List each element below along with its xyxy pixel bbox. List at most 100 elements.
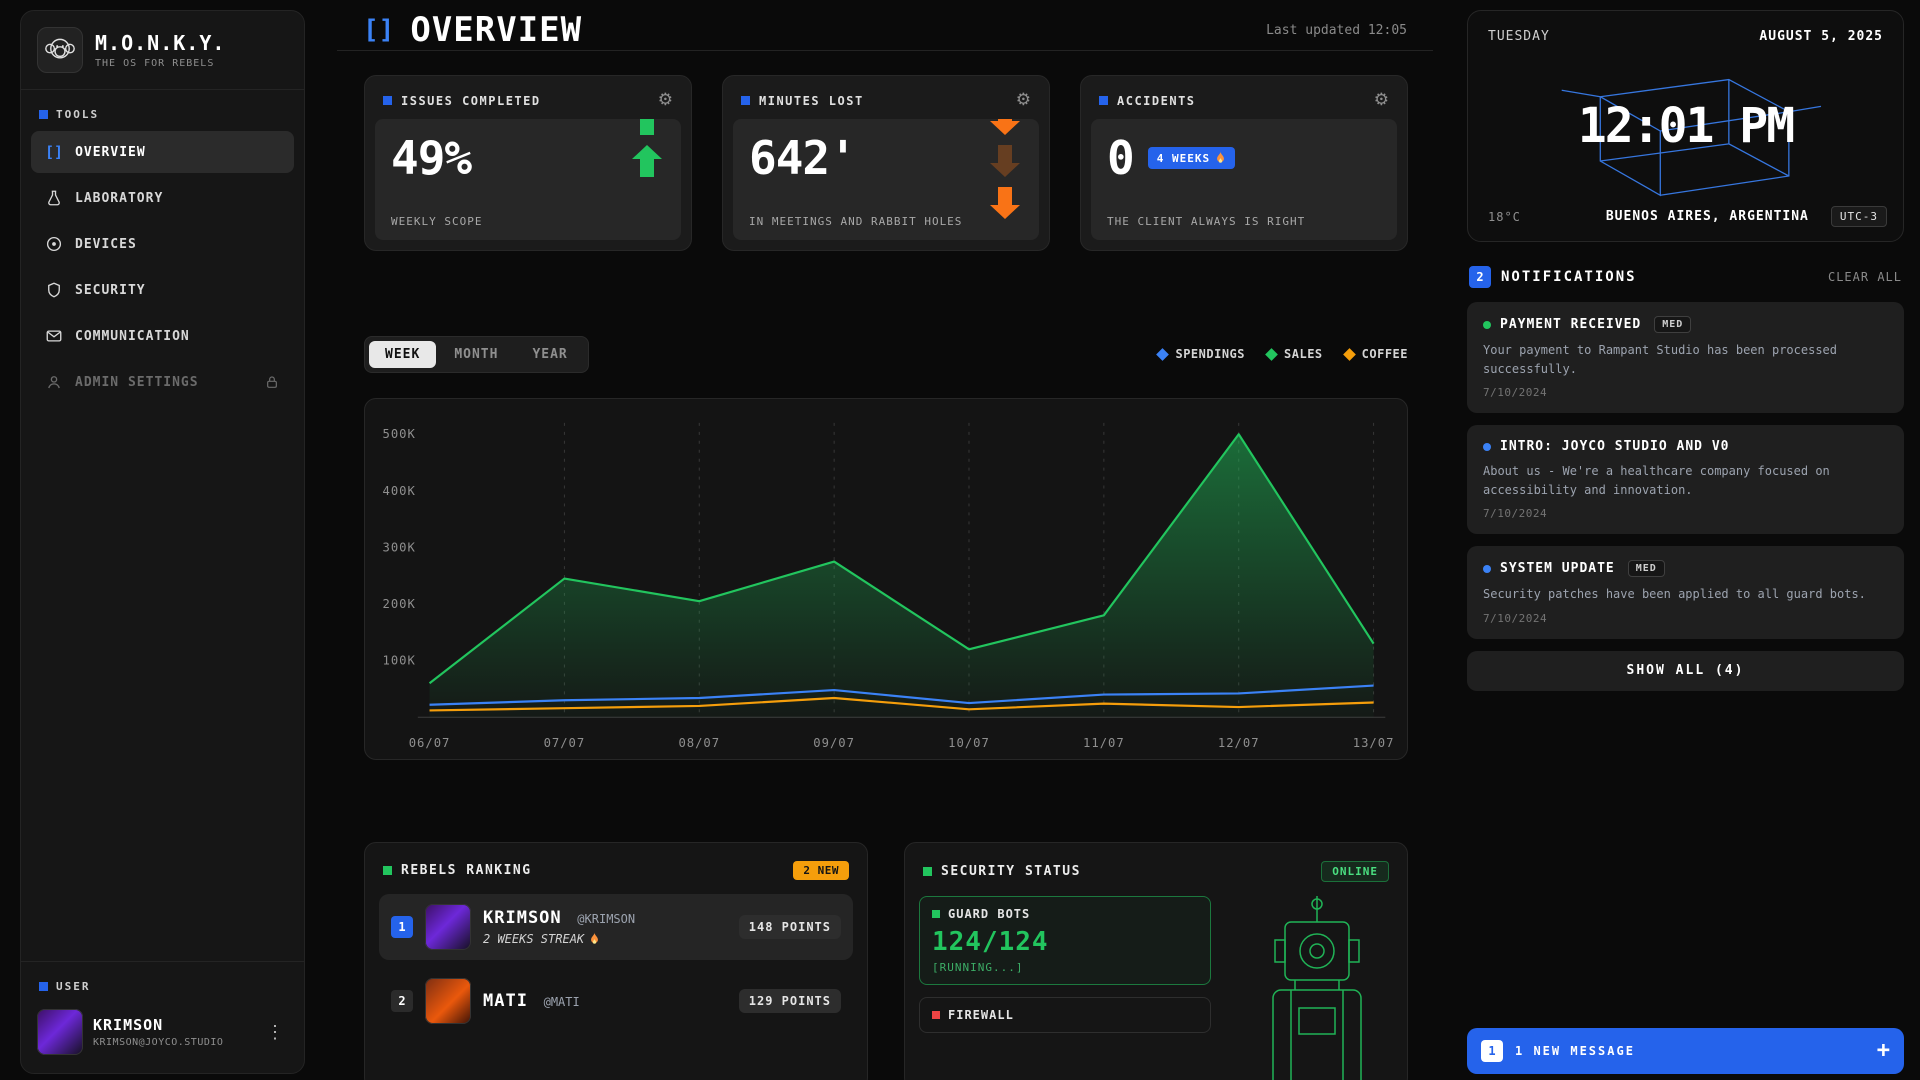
sidebar-item-communication[interactable]: COMMUNICATION: [31, 315, 294, 357]
stat-bullet: [383, 96, 392, 105]
section-bullet: [383, 866, 392, 875]
svg-text:13/07: 13/07: [1353, 736, 1395, 750]
new-message-bar[interactable]: 1 1 NEW MESSAGE +: [1467, 1028, 1904, 1074]
settings-icon[interactable]: ⚙: [658, 92, 673, 109]
last-updated: Last updated 12:05: [1266, 23, 1407, 38]
legend-sales: SALES: [1267, 347, 1323, 361]
user-name: KRIMSON: [93, 1016, 223, 1034]
svg-text:400K: 400K: [383, 484, 416, 498]
user-email: KRIMSON@JOYCO.STUDIO: [93, 1037, 223, 1048]
notification-body: Your payment to Rampant Studio has been …: [1483, 341, 1888, 378]
svg-text:100K: 100K: [383, 654, 416, 668]
clear-all-button[interactable]: CLEAR ALL: [1828, 270, 1902, 284]
notifications-count-badge: 2: [1469, 266, 1491, 288]
notification-date: 7/10/2024: [1483, 507, 1888, 520]
sidebar-nav: [] OVERVIEW LABORATORY DEVICES SECURITY …: [21, 131, 304, 403]
stat-label: THE CLIENT ALWAYS IS RIGHT: [1107, 215, 1305, 228]
status-dot: [1483, 565, 1491, 573]
kebab-menu-icon[interactable]: ⋮: [262, 1018, 288, 1047]
settings-icon[interactable]: ⚙: [1016, 92, 1031, 109]
sidebar-item-admin-settings[interactable]: ADMIN SETTINGS: [31, 361, 294, 403]
ranking-title: REBELS RANKING: [401, 863, 532, 878]
chart-tab-week[interactable]: WEEK: [369, 341, 436, 368]
stats-row: ISSUES COMPLETED ⚙ 49% WEEKLY SCOPE MINU…: [364, 75, 1408, 251]
notification-item[interactable]: PAYMENT RECEIVED MED Your payment to Ram…: [1467, 302, 1904, 413]
clock-day: TUESDAY: [1488, 29, 1550, 44]
diamond-icon: [1343, 348, 1356, 361]
timezone-badge: UTC-3: [1831, 206, 1887, 227]
trend-down-arrows: [985, 119, 1025, 240]
rank-number: 2: [391, 990, 413, 1012]
svg-text:10/07: 10/07: [948, 736, 990, 750]
show-all-button[interactable]: SHOW ALL (4): [1467, 651, 1904, 691]
right-panel: TUESDAY AUGUST 5, 2025 12:01 PM 18°C BUE…: [1467, 10, 1904, 1074]
notification-body: About us - We're a healthcare company fo…: [1483, 462, 1888, 499]
notification-title: PAYMENT RECEIVED: [1500, 317, 1641, 332]
disc-icon: [45, 235, 63, 253]
rank-streak: 2 WEEKS STREAK: [483, 932, 635, 946]
clock-date: AUGUST 5, 2025: [1759, 29, 1883, 44]
message-text: 1 NEW MESSAGE: [1515, 1044, 1635, 1058]
settings-icon[interactable]: ⚙: [1374, 92, 1389, 109]
chart-svg: 100K200K300K400K500K06/0707/0708/0709/07…: [367, 407, 1399, 757]
user-block: USER KRIMSON KRIMSON@JOYCO.STUDIO ⋮: [21, 961, 304, 1073]
stat-value: 49%: [391, 135, 665, 181]
severity-badge: MED: [1628, 560, 1665, 577]
flame-icon: [589, 932, 600, 946]
monkey-logo-icon: [37, 27, 83, 73]
stat-label: IN MEETINGS AND RABBIT HOLES: [749, 215, 962, 228]
location: BUENOS AIRES, ARGENTINA: [1606, 209, 1809, 224]
online-badge: ONLINE: [1321, 861, 1389, 882]
brackets-icon: []: [45, 143, 63, 161]
ranking-row[interactable]: 1 KRIMSON @KRIMSON 2 WEEKS STREAK 148 PO…: [379, 894, 853, 960]
temperature: 18°C: [1488, 210, 1521, 224]
svg-text:500K: 500K: [383, 427, 416, 441]
svg-text:06/07: 06/07: [409, 736, 451, 750]
user-section-label: USER: [21, 962, 304, 1003]
rank-handle: @MATI: [544, 995, 580, 1009]
section-bullet: [39, 110, 48, 119]
stat-panel: 0 4 WEEKS THE CLIENT ALWAYS IS RIGHT: [1091, 119, 1397, 240]
page-title: OVERVIEW: [410, 10, 582, 50]
sidebar-item-overview[interactable]: [] OVERVIEW: [31, 131, 294, 173]
brackets-icon: []: [363, 15, 394, 45]
shield-icon: [45, 281, 63, 299]
section-bullet: [923, 867, 932, 876]
notification-item[interactable]: INTRO: JOYCO STUDIO AND V0 About us - We…: [1467, 425, 1904, 534]
rank-handle: @KRIMSON: [577, 912, 635, 926]
notification-item[interactable]: SYSTEM UPDATE MED Security patches have …: [1467, 546, 1904, 639]
app-subtitle: THE OS FOR REBELS: [95, 58, 225, 69]
rebels-ranking-card: REBELS RANKING 2 NEW 1 KRIMSON @KRIMSON …: [364, 842, 868, 1080]
streak-badge: 4 WEEKS: [1148, 147, 1235, 169]
svg-text:07/07: 07/07: [544, 736, 586, 750]
notification-title: INTRO: JOYCO STUDIO AND V0: [1500, 439, 1730, 454]
user-card[interactable]: KRIMSON KRIMSON@JOYCO.STUDIO ⋮: [21, 1003, 304, 1061]
stat-title: ACCIDENTS: [1117, 94, 1196, 108]
notifications-header: 2 NOTIFICATIONS CLEAR ALL: [1469, 266, 1902, 288]
sidebar-item-laboratory[interactable]: LABORATORY: [31, 177, 294, 219]
arrow-up-icon: [632, 145, 662, 177]
clock-time: 12:01 PM: [1578, 98, 1793, 154]
person-icon: [45, 373, 63, 391]
avatar: [425, 904, 471, 950]
flame-icon: [1215, 151, 1226, 165]
area-chart: 100K200K300K400K500K06/0707/0708/0709/07…: [364, 398, 1408, 760]
user-avatar: [37, 1009, 83, 1055]
guard-bots-panel: GUARD BOTS 124/124 [RUNNING...]: [919, 896, 1211, 985]
notification-body: Security patches have been applied to al…: [1483, 585, 1888, 604]
plus-icon[interactable]: +: [1877, 1040, 1890, 1062]
chart-legend: SPENDINGS SALES COFFEE: [1158, 347, 1408, 361]
notification-date: 7/10/2024: [1483, 386, 1888, 399]
tools-section-label: TOOLS: [21, 90, 304, 131]
ranking-row[interactable]: 2 MATI @MATI 129 POINTS: [379, 968, 853, 1034]
chart-tab-month[interactable]: MONTH: [438, 341, 514, 368]
diamond-icon: [1265, 348, 1278, 361]
rank-name: MATI: [483, 991, 528, 1011]
points-badge: 129 POINTS: [739, 989, 841, 1013]
sidebar-item-security[interactable]: SECURITY: [31, 269, 294, 311]
notification-date: 7/10/2024: [1483, 612, 1888, 625]
main-inner: ISSUES COMPLETED ⚙ 49% WEEKLY SCOPE MINU…: [337, 51, 1433, 1080]
chart-tab-year[interactable]: YEAR: [516, 341, 583, 368]
lock-icon: [264, 374, 280, 390]
sidebar-item-devices[interactable]: DEVICES: [31, 223, 294, 265]
